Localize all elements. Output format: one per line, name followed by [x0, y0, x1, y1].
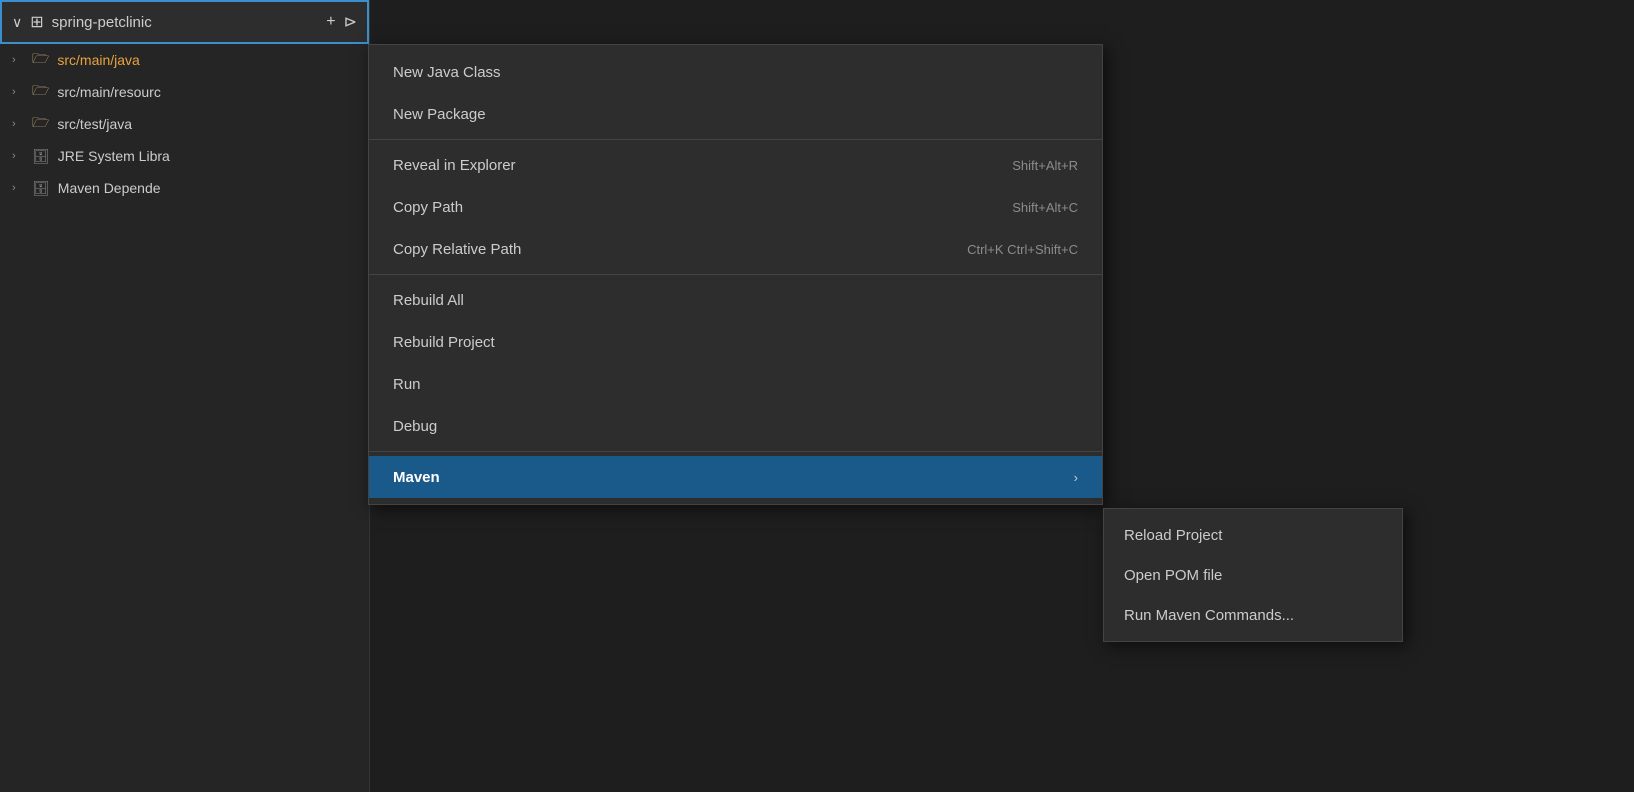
menu-item-label: Maven: [393, 469, 440, 486]
menu-item-label: Reveal in Explorer: [393, 157, 516, 174]
shortcut-label: Shift+Alt+C: [1012, 200, 1078, 215]
shortcut-label: Shift+Alt+R: [1012, 158, 1078, 173]
menu-item-label: New Java Class: [393, 64, 501, 81]
submenu-maven: Reload Project Open POM file Run Maven C…: [1103, 508, 1403, 642]
submenu-item-label: Run Maven Commands...: [1124, 607, 1294, 624]
project-title: spring-petclinic: [52, 14, 152, 31]
menu-item-label: Debug: [393, 418, 437, 435]
context-menu: New Java Class New Package Reveal in Exp…: [368, 44, 1103, 505]
sidebar-header-left: ∨ ⊞ spring-petclinic: [12, 12, 152, 32]
menu-item-copy-path[interactable]: Copy Path Shift+Alt+C: [369, 186, 1102, 228]
expand-arrow-icon: ›: [12, 86, 24, 98]
folder-icon: 🗁: [32, 48, 49, 72]
folder-icon: 🗁: [32, 112, 49, 136]
expand-arrow-icon: ›: [12, 150, 24, 162]
submenu-item-run-maven-commands[interactable]: Run Maven Commands...: [1104, 595, 1402, 635]
menu-item-label: Copy Relative Path: [393, 241, 521, 258]
shortcut-label: Ctrl+K Ctrl+Shift+C: [967, 242, 1078, 257]
submenu-item-label: Reload Project: [1124, 527, 1222, 544]
project-icon: ⊞: [30, 12, 43, 32]
lib-icon: 🗄: [32, 180, 50, 197]
nav-icon[interactable]: ⊳: [344, 12, 357, 32]
menu-item-rebuild-all[interactable]: Rebuild All: [369, 279, 1102, 321]
sidebar-item-label: Maven Depende: [58, 180, 161, 196]
sidebar-item-label: src/main/java: [57, 52, 139, 68]
sidebar-item-jre-library[interactable]: › 🗄 JRE System Libra: [0, 140, 369, 172]
sidebar-panel: ∨ ⊞ spring-petclinic + ⊳ › 🗁 src/main/ja…: [0, 0, 370, 792]
menu-item-label: Copy Path: [393, 199, 463, 216]
menu-item-new-package[interactable]: New Package: [369, 93, 1102, 135]
submenu-item-reload-project[interactable]: Reload Project: [1104, 515, 1402, 555]
menu-item-label: Rebuild Project: [393, 334, 495, 351]
menu-item-rebuild-project[interactable]: Rebuild Project: [369, 321, 1102, 363]
menu-item-label: Run: [393, 376, 421, 393]
menu-item-debug[interactable]: Debug: [369, 405, 1102, 447]
sidebar-item-src-test-java[interactable]: › 🗁 src/test/java: [0, 108, 369, 140]
menu-item-copy-relative-path[interactable]: Copy Relative Path Ctrl+K Ctrl+Shift+C: [369, 228, 1102, 270]
expand-arrow-icon: ›: [12, 54, 24, 66]
menu-divider: [369, 451, 1102, 452]
sidebar-item-maven-dependencies[interactable]: › 🗄 Maven Depende: [0, 172, 369, 204]
menu-item-label: New Package: [393, 106, 486, 123]
sidebar-item-src-main-resources[interactable]: › 🗁 src/main/resourc: [0, 76, 369, 108]
expand-arrow-icon: ›: [12, 118, 24, 130]
menu-divider: [369, 274, 1102, 275]
menu-item-new-java-class[interactable]: New Java Class: [369, 51, 1102, 93]
menu-item-label: Rebuild All: [393, 292, 464, 309]
submenu-item-open-pom[interactable]: Open POM file: [1104, 555, 1402, 595]
lib-icon: 🗄: [32, 148, 50, 165]
sidebar-item-label: src/main/resourc: [57, 84, 160, 100]
sidebar-item-src-main-java[interactable]: › 🗁 src/main/java: [0, 44, 369, 76]
sidebar-item-label: src/test/java: [57, 116, 132, 132]
menu-item-reveal-in-explorer[interactable]: Reveal in Explorer Shift+Alt+R: [369, 144, 1102, 186]
expand-arrow-icon: ›: [12, 182, 24, 194]
sidebar-header-actions: + ⊳: [326, 12, 357, 32]
submenu-item-label: Open POM file: [1124, 567, 1222, 584]
folder-icon: 🗁: [32, 80, 49, 104]
menu-divider: [369, 139, 1102, 140]
sidebar-header: ∨ ⊞ spring-petclinic + ⊳: [0, 0, 369, 44]
submenu-arrow-icon: ›: [1074, 470, 1078, 485]
add-icon[interactable]: +: [326, 13, 335, 31]
menu-item-run[interactable]: Run: [369, 363, 1102, 405]
menu-item-maven[interactable]: Maven ›: [369, 456, 1102, 498]
collapse-icon[interactable]: ∨: [12, 14, 22, 31]
sidebar-item-label: JRE System Libra: [58, 148, 170, 164]
